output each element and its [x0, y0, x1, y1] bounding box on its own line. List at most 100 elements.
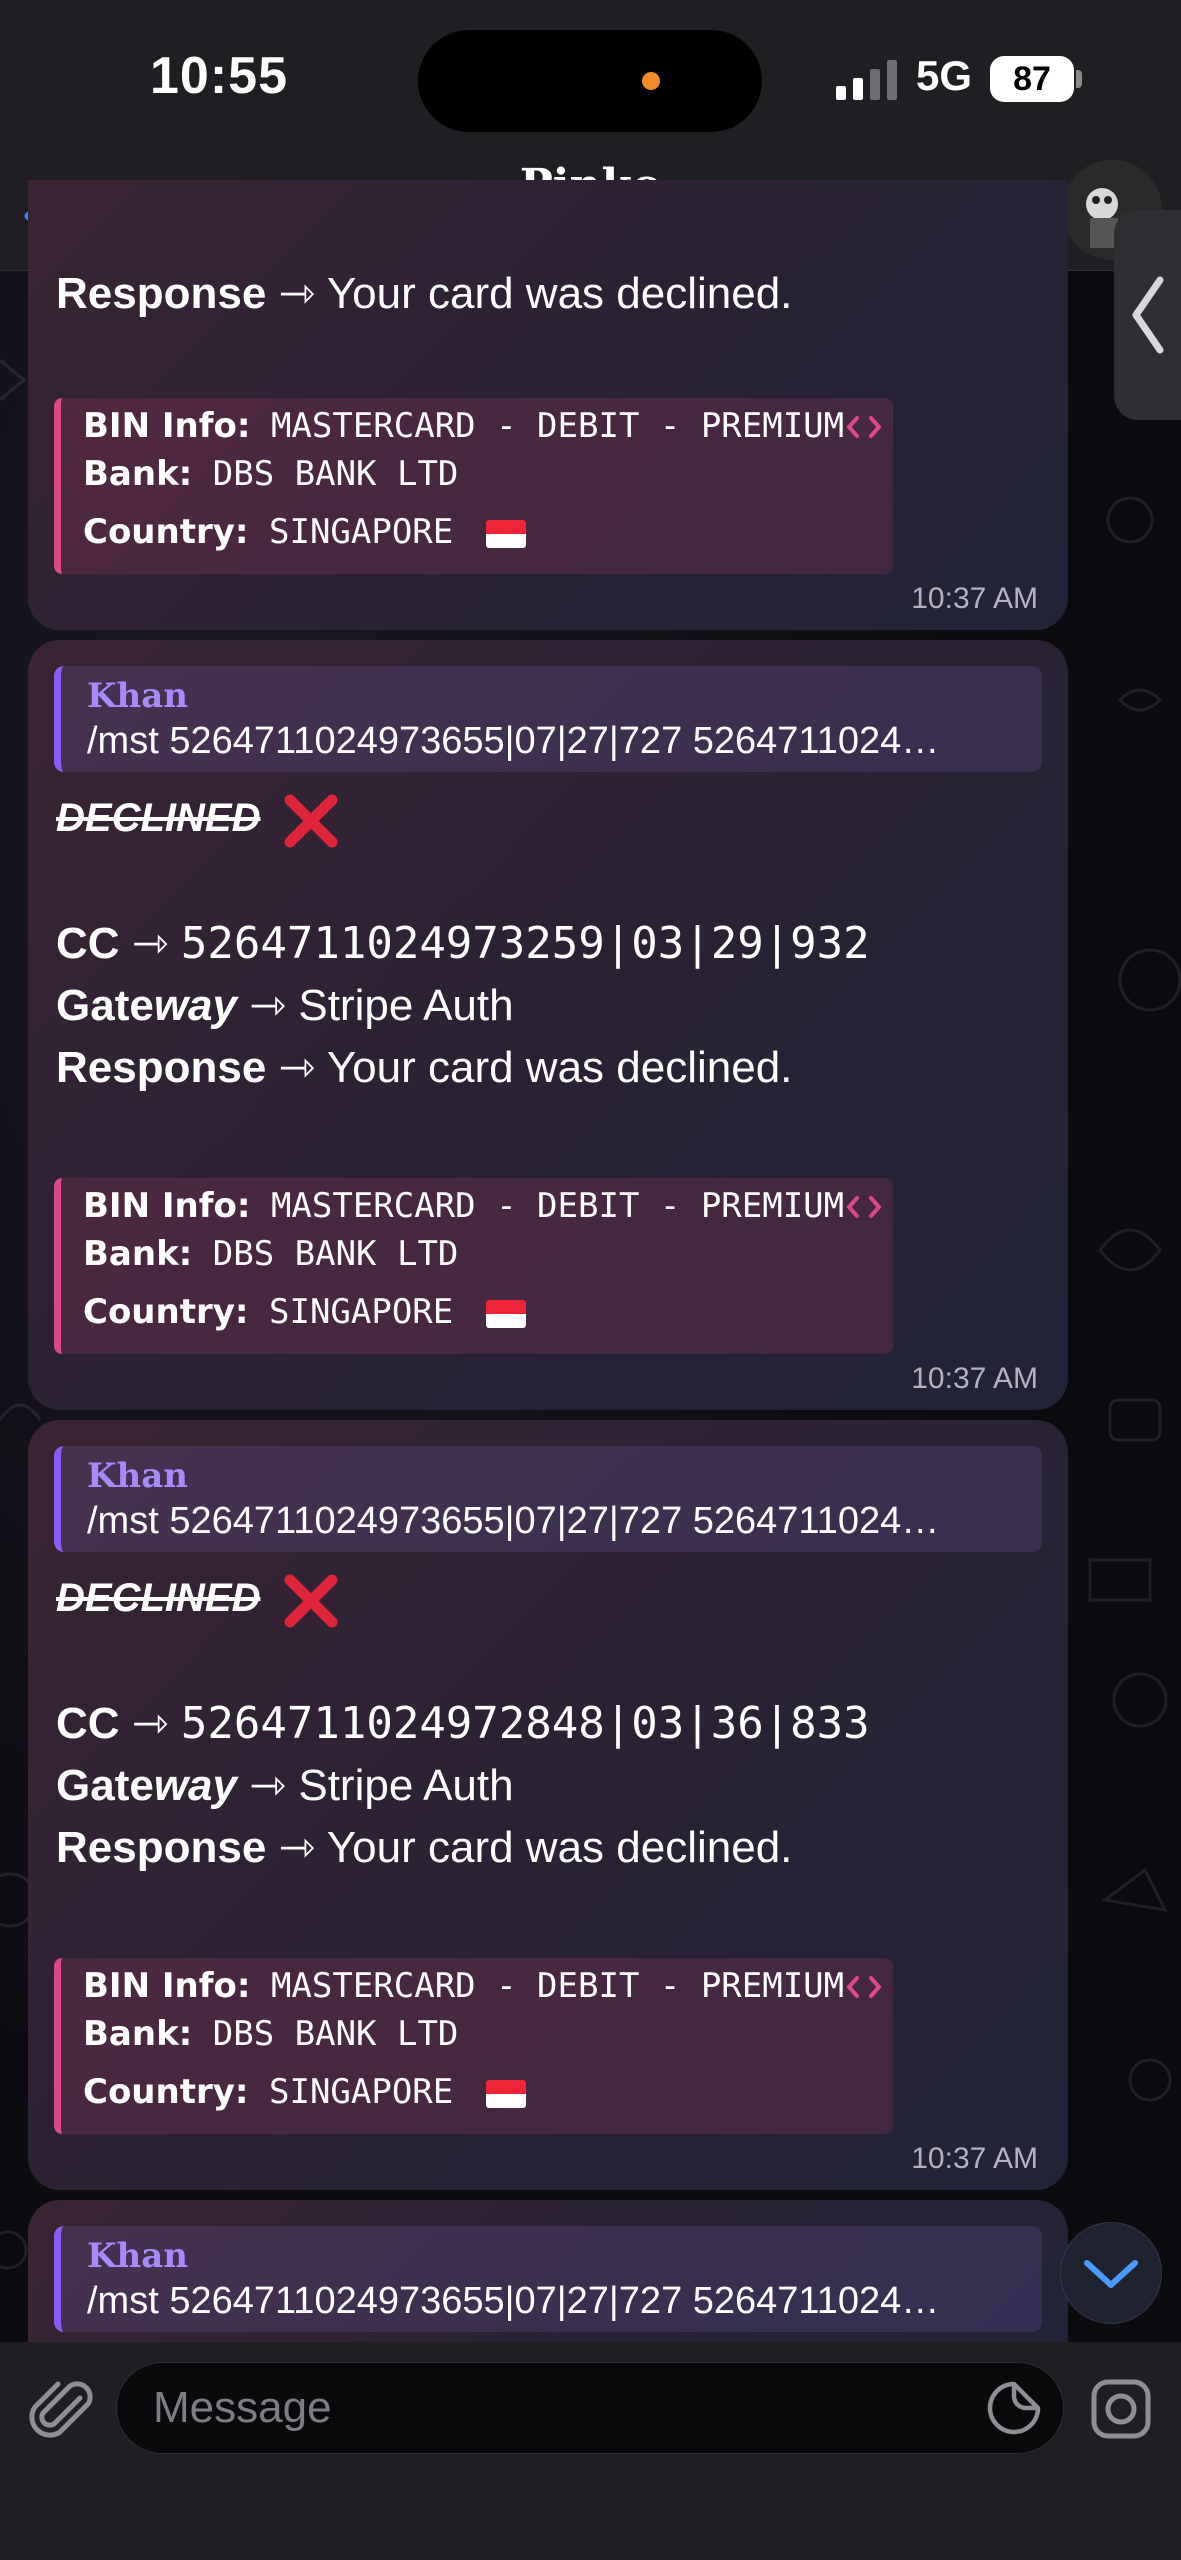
arrow: ⇾ [278, 1043, 316, 1092]
declined-status: DECLINED [56, 1576, 261, 1620]
country-label: Country: [83, 512, 249, 552]
declined-status: DECLINED [56, 796, 261, 840]
bank-label: Bank: [83, 454, 193, 494]
network-type: 5G [916, 52, 973, 99]
gateway-line: Gateway ⇾ Stripe Auth [56, 980, 514, 1031]
bin-label: BIN Info: [83, 406, 251, 446]
cc-line: CC ⇾ 5264711024972848|03|36|833 [56, 1698, 870, 1749]
battery-icon: 87 [990, 56, 1074, 102]
message-bubble[interactable]: Response ⇾ Your card was declined. BIN I… [28, 180, 1068, 630]
sticker-icon[interactable] [984, 2378, 1044, 2438]
bank-row: Bank: DBS BANK LTD [83, 2014, 458, 2054]
bin-info-row: BIN Info: MASTERCARD - DEBIT - PREMIUM [83, 1186, 844, 1226]
bin-info-block: BIN Info: MASTERCARD - DEBIT - PREMIUM B… [54, 1178, 893, 1354]
response-label: Response [56, 269, 267, 318]
cc-line: CC ⇾ 5264711024973259|03|29|932 [56, 918, 870, 969]
response-label: Response [56, 1823, 267, 1872]
singapore-flag-icon [485, 1299, 526, 1328]
bin-label: BIN Info: [83, 1966, 251, 2006]
bin-info-row: BIN Info: MASTERCARD - DEBIT - PREMIUM [83, 1966, 844, 2006]
response-line: Response ⇾ Your card was declined. [56, 268, 792, 319]
singapore-flag-icon [485, 2079, 526, 2108]
message-time: 10:37 AM [911, 1362, 1038, 1395]
code-icon[interactable] [845, 1972, 883, 2002]
gateway-label-a: Gate [56, 1761, 154, 1810]
response-line: Response ⇾ Your card was declined. [56, 1042, 792, 1093]
bin-info-row: BIN Info: MASTERCARD - DEBIT - PREMIUM [83, 406, 844, 446]
reply-quote[interactable]: Khan /mst 5264711024973655|07|27|727 526… [54, 1446, 1042, 1552]
chevron-left-icon [1132, 276, 1164, 354]
code-icon[interactable] [845, 412, 883, 442]
reply-quote[interactable]: Khan /mst 5264711024973655|07|27|727 526… [54, 666, 1042, 772]
arrow: ⇾ [278, 269, 316, 318]
privacy-indicator-dot [642, 72, 660, 90]
scroll-to-bottom-button[interactable] [1060, 2222, 1162, 2324]
telegram-chat-screen: 10:55 5G 87 1 Pinko bot [0, 0, 1181, 2560]
arrow: ⇾ [131, 1699, 169, 1748]
bank-value: DBS BANK LTD [212, 2014, 459, 2054]
bank-label: Bank: [83, 2014, 193, 2054]
reply-text: /mst 5264711024973655|07|27|727 52647110… [87, 2280, 940, 2322]
reply-author: Khan [87, 676, 189, 716]
code-icon[interactable] [845, 1192, 883, 1222]
gateway-label-a: Gate [56, 981, 154, 1030]
message-bubble[interactable]: Khan /mst 5264711024973655|07|27|727 526… [28, 1420, 1068, 2190]
reply-quote[interactable]: Khan /mst 5264711024973655|07|27|727 526… [54, 2226, 1042, 2332]
side-panel-tab[interactable] [1114, 210, 1181, 420]
message-time: 10:37 AM [911, 582, 1038, 615]
red-x-icon [284, 794, 338, 848]
bank-row: Bank: DBS BANK LTD [83, 454, 458, 494]
country-row: Country: SINGAPORE [83, 512, 526, 552]
arrow: ⇾ [131, 919, 169, 968]
status-bar: 10:55 5G 87 [0, 0, 1181, 160]
reply-author: Khan [87, 2236, 189, 2276]
reply-text: /mst 5264711024973655|07|27|727 52647110… [87, 720, 940, 762]
paperclip-icon[interactable] [24, 2372, 94, 2442]
bank-row: Bank: DBS BANK LTD [83, 1234, 458, 1274]
arrow: ⇾ [249, 1761, 287, 1810]
arrow: ⇾ [278, 1823, 316, 1872]
response-value: Your card was declined. [326, 1823, 793, 1872]
bin-value: MASTERCARD - DEBIT - PREMIUM [270, 1966, 845, 2006]
cc-label: CC [56, 919, 120, 968]
singapore-flag-icon [485, 519, 526, 548]
gateway-label-b: way [153, 1761, 237, 1810]
country-value: SINGAPORE [269, 2072, 454, 2112]
message-time: 10:37 AM [911, 2142, 1038, 2175]
cc-value: 5264711024973259|03|29|932 [180, 918, 870, 969]
reply-author: Khan [87, 1456, 189, 1496]
country-label: Country: [83, 1292, 249, 1332]
camera-icon[interactable] [1088, 2376, 1154, 2442]
response-value: Your card was declined. [326, 1043, 793, 1092]
gateway-value: Stripe Auth [298, 981, 514, 1030]
response-value: Your card was declined. [326, 269, 793, 318]
bin-info-block: BIN Info: MASTERCARD - DEBIT - PREMIUM B… [54, 398, 893, 574]
country-value: SINGAPORE [269, 1292, 454, 1332]
bank-value: DBS BANK LTD [212, 1234, 459, 1274]
reply-text: /mst 5264711024973655|07|27|727 52647110… [87, 1500, 940, 1542]
bin-label: BIN Info: [83, 1186, 251, 1226]
status-time: 10:55 [150, 47, 288, 105]
bank-label: Bank: [83, 1234, 193, 1274]
gateway-line: Gateway ⇾ Stripe Auth [56, 1760, 514, 1811]
cc-label: CC [56, 1699, 120, 1748]
gateway-label-b: way [153, 981, 237, 1030]
message-bubble[interactable]: Khan /mst 5264711024973655|07|27|727 526… [28, 640, 1068, 1410]
cc-value: 5264711024972848|03|36|833 [180, 1698, 870, 1749]
message-input[interactable] [116, 2362, 1064, 2454]
message-composer [0, 2342, 1181, 2560]
bin-value: MASTERCARD - DEBIT - PREMIUM [270, 406, 845, 446]
chevron-down-icon [1084, 2260, 1138, 2288]
cellular-signal-icon [836, 60, 897, 100]
response-label: Response [56, 1043, 267, 1092]
bin-info-block: BIN Info: MASTERCARD - DEBIT - PREMIUM B… [54, 1958, 893, 2134]
bank-value: DBS BANK LTD [212, 454, 459, 494]
red-x-icon [284, 1574, 338, 1628]
country-label: Country: [83, 2072, 249, 2112]
country-row: Country: SINGAPORE [83, 1292, 526, 1332]
country-row: Country: SINGAPORE [83, 2072, 526, 2112]
gateway-value: Stripe Auth [298, 1761, 514, 1810]
battery-tip [1076, 70, 1082, 88]
country-value: SINGAPORE [269, 512, 454, 552]
bin-value: MASTERCARD - DEBIT - PREMIUM [270, 1186, 845, 1226]
